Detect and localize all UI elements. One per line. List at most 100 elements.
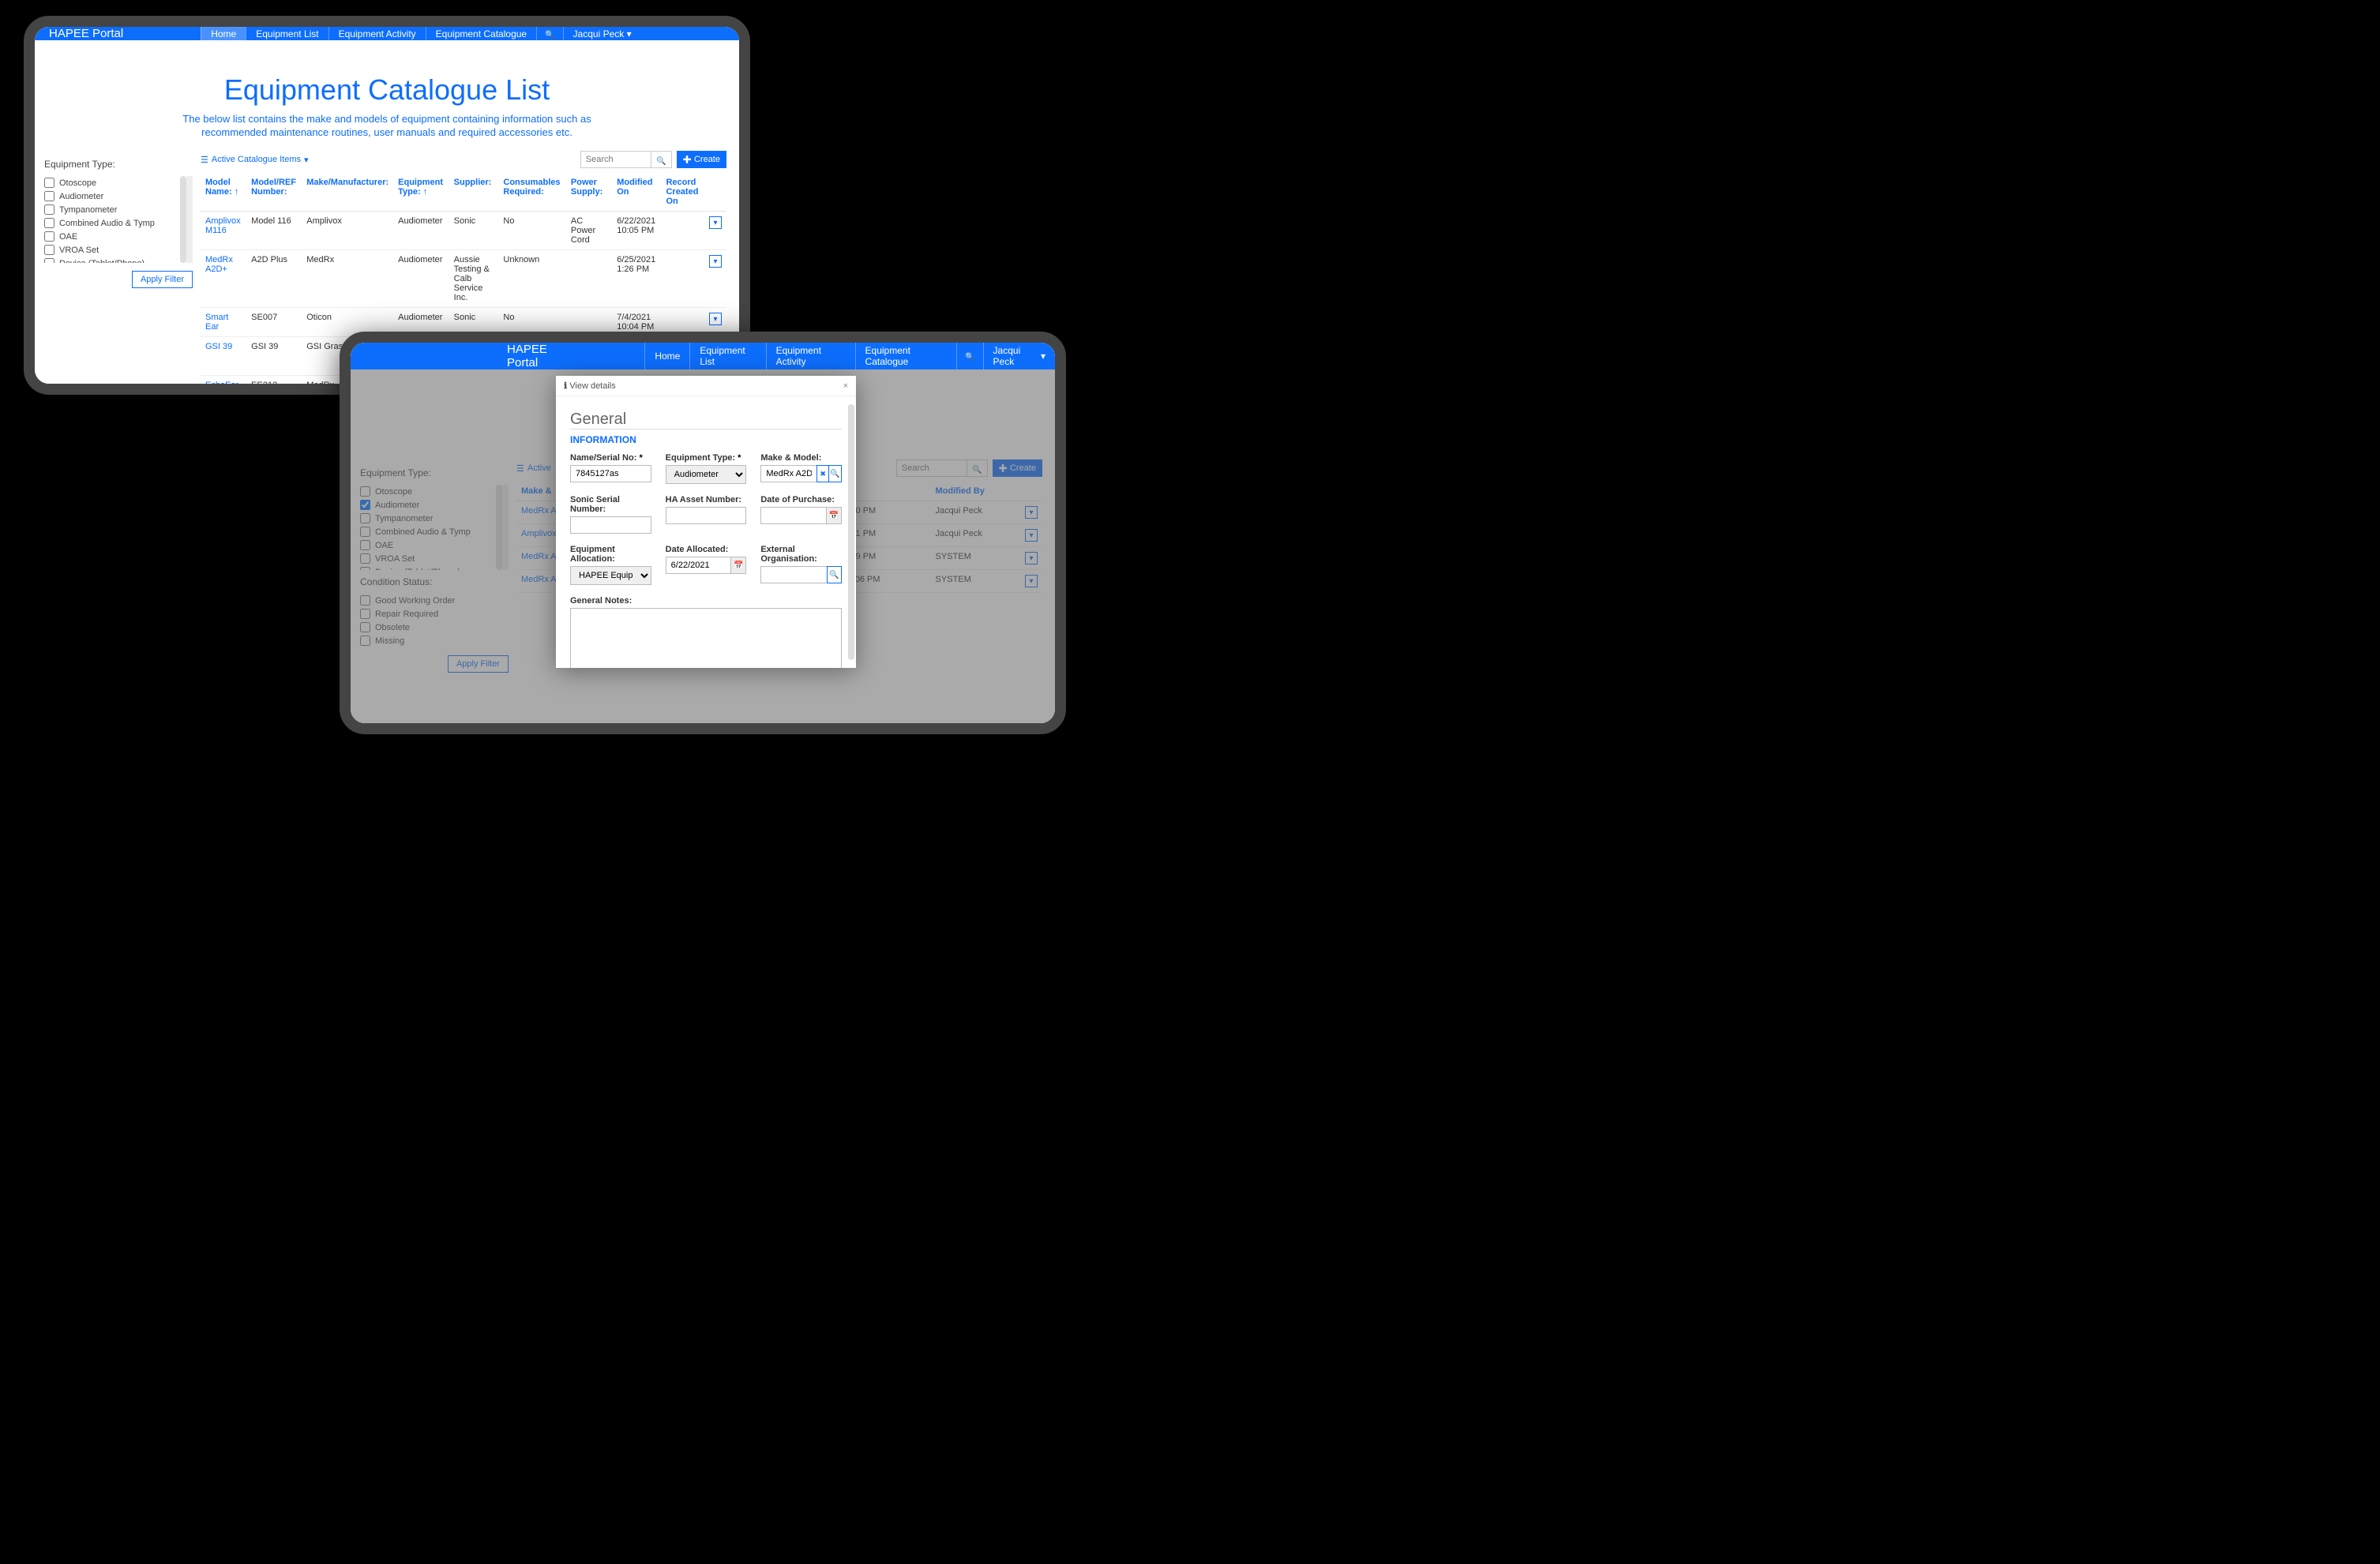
filter-checkbox[interactable] (44, 258, 54, 263)
column-header[interactable]: Power Supply: (566, 173, 612, 212)
page-subtitle-2: recommended maintenance routines, user m… (35, 126, 739, 138)
name-input[interactable] (570, 465, 651, 482)
sonic-input[interactable] (570, 516, 651, 534)
search-input[interactable] (580, 151, 651, 168)
column-header[interactable]: Equipment Type: (393, 173, 449, 212)
nav2-user[interactable]: Jacqui Peck (983, 343, 1055, 369)
modal-title: View details (569, 381, 616, 391)
filter-option[interactable]: Combined Audio & Tymp (44, 216, 182, 230)
modal-heading: General (570, 411, 842, 429)
eqtype-select[interactable]: Audiometer (666, 465, 747, 484)
filter-heading: Equipment Type: (44, 159, 193, 170)
nav2-equipment-list[interactable]: Equipment List (689, 343, 765, 369)
search-box (580, 151, 672, 168)
column-header[interactable]: Model Name: (201, 173, 246, 212)
filter-checkbox[interactable] (44, 178, 54, 188)
brand: HAPEE Portal (35, 27, 137, 40)
filter-label: VROA Set (59, 246, 99, 255)
filter-label: Otoscope (59, 178, 96, 188)
column-header[interactable]: Record Created On (661, 173, 704, 212)
view-details-modal: View details × General INFORMATION Name/… (556, 376, 856, 668)
filter-option[interactable]: Device (Tablet/Phone) (44, 257, 182, 263)
navbar-2: HAPEE Portal Home Equipment List Equipme… (351, 343, 1055, 369)
sonic-label: Sonic Serial Number: (570, 495, 651, 514)
nav-equipment-activity[interactable]: Equipment Activity (328, 27, 426, 40)
makemodel-search-button[interactable] (829, 465, 842, 482)
datealloc-input[interactable] (666, 557, 732, 574)
column-header[interactable]: Supplier: (449, 173, 499, 212)
model-link[interactable]: MedRx A2D+ (201, 250, 246, 308)
filter-option[interactable]: Otoscope (44, 176, 182, 189)
model-link[interactable]: Smart Ear (201, 308, 246, 337)
filter-option[interactable]: OAE (44, 230, 182, 243)
extorg-input[interactable] (760, 566, 826, 583)
ha-label: HA Asset Number: (666, 495, 747, 504)
tablet-details: HAPEE Portal Home Equipment List Equipme… (340, 332, 1066, 734)
extorg-search-button[interactable] (827, 566, 842, 583)
notes-textarea[interactable] (570, 608, 842, 668)
filter-checkbox[interactable] (44, 204, 54, 215)
nav-search-icon[interactable] (536, 27, 562, 40)
dop-input[interactable] (760, 507, 827, 524)
filter-checkbox[interactable] (44, 231, 54, 242)
nav2-home[interactable]: Home (644, 343, 689, 369)
nav2-search-icon[interactable] (956, 343, 982, 369)
model-link[interactable]: Amplivox M116 (201, 212, 246, 250)
nav-user[interactable]: Jacqui Peck (563, 27, 641, 40)
datealloc-label: Date Allocated: (666, 545, 747, 554)
filter-option[interactable]: Audiometer (44, 189, 182, 203)
makemodel-input[interactable] (760, 465, 816, 482)
filter-checkbox[interactable] (44, 218, 54, 228)
model-link[interactable]: GSI 39 (201, 337, 246, 376)
modal-section: INFORMATION (570, 434, 842, 445)
page-title: Equipment Catalogue List (35, 73, 739, 107)
row-menu-button[interactable] (709, 313, 722, 325)
view-selector[interactable]: ☰ Active Catalogue Items (201, 155, 309, 165)
page-header: Equipment Catalogue List The below list … (35, 40, 739, 148)
info-icon (564, 381, 567, 391)
filter-checkbox[interactable] (44, 191, 54, 201)
filter-option[interactable]: Tympanometer (44, 203, 182, 216)
filter-checkbox[interactable] (44, 245, 54, 255)
column-header[interactable]: Make/Manufacturer: (302, 173, 393, 212)
column-header[interactable]: Model/REF Number: (246, 173, 302, 212)
row-menu-button[interactable] (709, 216, 722, 229)
brand-2: HAPEE Portal (493, 343, 588, 369)
column-header[interactable]: Modified On (612, 173, 661, 212)
name-label: Name/Serial No: * (570, 453, 651, 463)
datealloc-calendar-button[interactable] (731, 557, 746, 574)
sort-icon[interactable] (423, 187, 428, 197)
filter-label: OAE (59, 232, 77, 242)
model-link[interactable]: EchoEar (201, 376, 246, 396)
filter-label: Combined Audio & Tymp (59, 219, 155, 228)
makemodel-label: Make & Model: (760, 453, 842, 463)
makemodel-clear-button[interactable] (816, 465, 829, 482)
alloc-label: Equipment Allocation: (570, 545, 651, 564)
filter-label: Device (Tablet/Phone) (59, 259, 145, 264)
modal-close-icon[interactable]: × (843, 381, 848, 391)
filter-option[interactable]: VROA Set (44, 243, 182, 257)
create-button[interactable]: Create (677, 151, 726, 168)
nav-equipment-catalogue[interactable]: Equipment Catalogue (426, 27, 536, 40)
dop-label: Date of Purchase: (760, 495, 842, 504)
table-row: MedRx A2D+ A2D Plus MedRx Audiometer Aus… (201, 250, 726, 308)
column-header[interactable]: Consumables Required: (498, 173, 566, 212)
filter-label: Tympanometer (59, 205, 117, 215)
modal-scrollbar[interactable] (848, 404, 854, 660)
dop-calendar-button[interactable] (827, 507, 842, 524)
extorg-label: External Organisation: (760, 545, 842, 564)
search-button[interactable] (651, 151, 672, 168)
row-menu-button[interactable] (709, 255, 722, 268)
navbar: HAPEE Portal Home Equipment List Equipme… (35, 27, 739, 40)
filter-label: Audiometer (59, 192, 103, 201)
notes-label: General Notes: (570, 596, 842, 606)
nav-equipment-list[interactable]: Equipment List (246, 27, 328, 40)
nav-home[interactable]: Home (201, 27, 246, 40)
sort-icon[interactable] (235, 187, 239, 197)
eqtype-label: Equipment Type: * (666, 453, 747, 463)
alloc-select[interactable]: HAPEE Equipment S (570, 566, 651, 585)
apply-filter-button[interactable]: Apply Filter (132, 271, 193, 288)
ha-input[interactable] (666, 507, 747, 524)
nav2-equipment-activity[interactable]: Equipment Activity (766, 343, 855, 369)
nav2-equipment-catalogue[interactable]: Equipment Catalogue (855, 343, 957, 369)
